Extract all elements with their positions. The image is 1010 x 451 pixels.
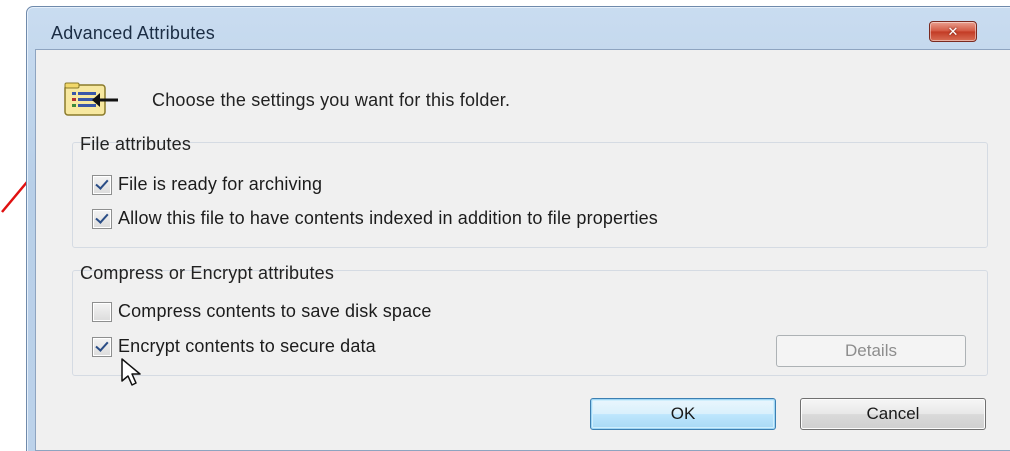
index-checkbox[interactable] [92, 208, 112, 229]
cancel-button[interactable]: Cancel [800, 398, 986, 430]
close-button[interactable]: ✕ [929, 21, 977, 42]
close-icon: ✕ [947, 24, 959, 39]
dialog-body: Choose the settings you want for this fo… [35, 49, 1010, 451]
ok-button[interactable]: OK [590, 398, 776, 430]
compress-checkbox[interactable] [92, 301, 112, 322]
title-bar[interactable]: Advanced Attributes ✕ [27, 7, 1010, 49]
dialog-header: Choose the settings you want for this fo… [64, 80, 510, 120]
archive-option[interactable]: File is ready for archiving [92, 174, 322, 195]
encrypt-checkbox[interactable] [92, 336, 112, 357]
index-label[interactable]: Allow this file to have contents indexed… [118, 208, 658, 229]
archive-label[interactable]: File is ready for archiving [118, 174, 322, 195]
file-attributes-label: File attributes [80, 134, 192, 154]
index-option[interactable]: Allow this file to have contents indexed… [92, 208, 658, 229]
compress-label[interactable]: Compress contents to save disk space [118, 301, 432, 322]
window-title: Advanced Attributes [51, 23, 215, 43]
screenshot-stage: Advanced Attributes ✕ Choose the setting… [0, 0, 1010, 451]
encrypt-label[interactable]: Encrypt contents to secure data [118, 336, 376, 357]
folder-properties-icon [64, 82, 120, 118]
advanced-attributes-dialog: Advanced Attributes ✕ Choose the setting… [26, 6, 1010, 451]
dialog-instruction: Choose the settings you want for this fo… [152, 89, 511, 110]
mouse-pointer-icon [121, 358, 141, 386]
file-attributes-group [72, 142, 988, 248]
archive-checkbox[interactable] [92, 174, 112, 195]
encrypt-option[interactable]: Encrypt contents to secure data [92, 336, 376, 357]
compress-option[interactable]: Compress contents to save disk space [92, 301, 432, 322]
details-button[interactable]: Details [776, 335, 966, 367]
compress-encrypt-label: Compress or Encrypt attributes [80, 263, 335, 283]
